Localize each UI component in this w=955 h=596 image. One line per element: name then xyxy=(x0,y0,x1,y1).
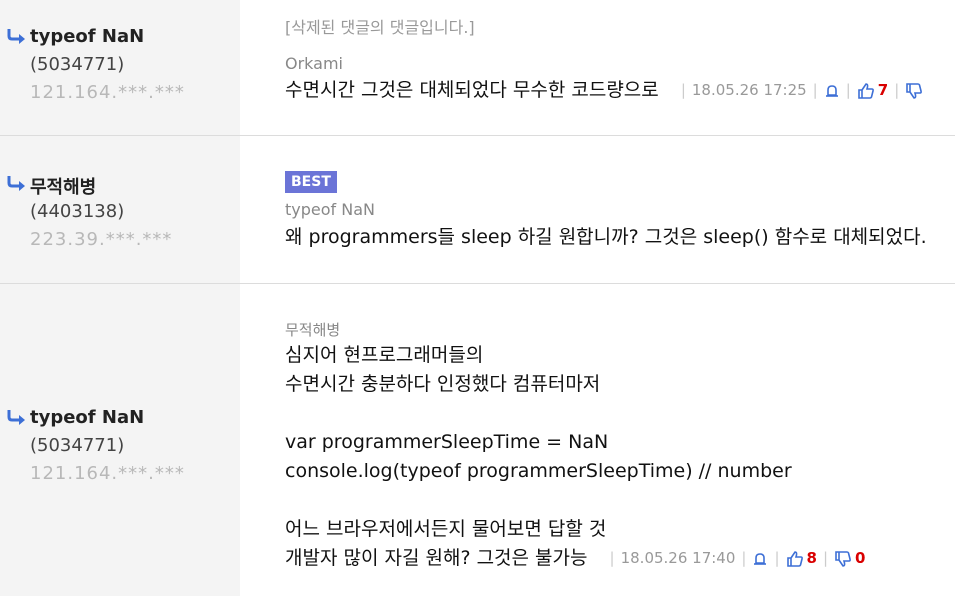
thumbs-up-icon[interactable] xyxy=(857,82,875,100)
comment-line xyxy=(285,399,865,428)
comment-last-line: 개발자 많이 자길 원해? 그것은 불가능 | 18.05.26 17:40 |… xyxy=(285,544,865,573)
user-nickname[interactable]: typeof NaN xyxy=(30,407,144,428)
comment-row: 무적해병 (4403138) 223.39.***.*** BEST typeo… xyxy=(0,136,955,284)
comment-text: 왜 programmers들 sleep 하길 원합니까? 그것은 sleep(… xyxy=(285,226,927,248)
comment-user-panel: 무적해병 (4403138) 223.39.***.*** xyxy=(0,136,240,283)
comment-meta: | 18.05.26 17:25 | | 7 | xyxy=(675,76,923,105)
comment-user-panel: typeof NaN (5034771) 121.164.***.*** xyxy=(0,0,240,135)
user-ip: 223.39.***.*** xyxy=(30,229,173,250)
comment-line: 어느 브라우저에서든지 물어보면 답할 것 xyxy=(285,518,607,540)
comment-line: 수면시간 충분하다 인정했다 컴퓨터마저 xyxy=(285,373,601,395)
reply-target-author[interactable]: 무적해병 xyxy=(285,319,340,340)
user-id: (5034771) xyxy=(30,435,125,456)
comment-line: var programmerSleepTime = NaN xyxy=(285,431,609,453)
thumbs-up-icon[interactable] xyxy=(786,550,804,568)
user-nickname[interactable]: 무적해병 xyxy=(30,173,96,199)
report-bell-icon[interactable] xyxy=(752,551,768,567)
reply-arrow-icon xyxy=(7,29,25,44)
reply-target-author[interactable]: typeof NaN xyxy=(285,200,375,219)
comment-timestamp: 18.05.26 17:25 xyxy=(691,81,807,99)
deleted-comment-notice: [삭제된 댓글의 댓글입니다.] xyxy=(285,18,475,37)
user-id: (5034771) xyxy=(30,54,125,75)
best-badge: BEST xyxy=(285,171,337,193)
comment-content: 왜 programmers들 sleep 하길 원합니까? 그것은 sleep(… xyxy=(285,223,927,252)
reply-target-author[interactable]: Orkami xyxy=(285,54,343,73)
user-ip: 121.164.***.*** xyxy=(30,82,185,103)
user-id: (4403138) xyxy=(30,201,125,222)
user-nickname[interactable]: typeof NaN xyxy=(30,26,144,47)
comment-line: 심지어 현프로그래머들의 xyxy=(285,344,484,366)
reply-arrow-icon xyxy=(7,410,25,425)
comment-text: 개발자 많이 자길 원해? 그것은 불가능 xyxy=(285,547,588,569)
comment-row: typeof NaN (5034771) 121.164.***.*** 무적해… xyxy=(0,284,955,596)
like-count: 7 xyxy=(877,81,889,99)
comment-content: 수면시간 그것은 대체되었다 무수한 코드량으로 | 18.05.26 17:2… xyxy=(285,76,923,105)
report-bell-icon[interactable] xyxy=(824,83,840,99)
like-count: 8 xyxy=(806,549,817,567)
comment-line xyxy=(285,486,865,515)
comment-line: console.log(typeof programmerSleepTime) … xyxy=(285,460,792,482)
comment-meta: | 18.05.26 17:40 | | 8 | 0 xyxy=(604,544,866,573)
comment-user-panel: typeof NaN (5034771) 121.164.***.*** xyxy=(0,284,240,596)
comment-row: typeof NaN (5034771) 121.164.***.*** [삭제… xyxy=(0,0,955,136)
dislike-count: 0 xyxy=(855,549,866,567)
reply-arrow-icon xyxy=(7,176,25,191)
comment-timestamp: 18.05.26 17:40 xyxy=(620,549,736,567)
user-ip: 121.164.***.*** xyxy=(30,463,185,484)
thumbs-down-icon[interactable] xyxy=(905,82,923,100)
comment-text: 수면시간 그것은 대체되었다 무수한 코드량으로 xyxy=(285,79,659,101)
thumbs-down-icon[interactable] xyxy=(834,550,852,568)
comment-content: 심지어 현프로그래머들의 수면시간 충분하다 인정했다 컴퓨터마저 var pr… xyxy=(285,341,865,573)
